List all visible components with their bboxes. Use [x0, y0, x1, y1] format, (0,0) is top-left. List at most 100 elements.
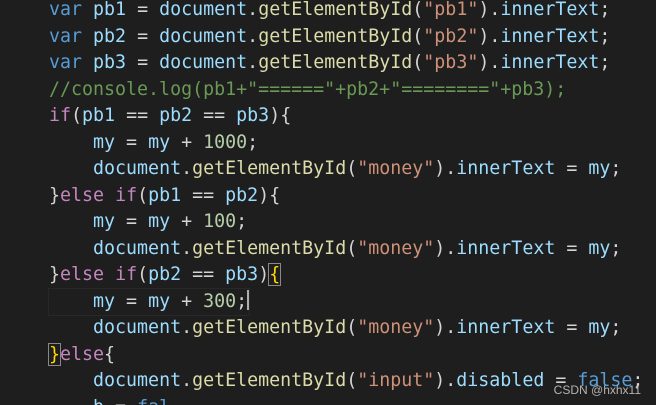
- code-token: getElementById: [192, 158, 347, 179]
- code-token: (: [71, 105, 83, 126]
- code-token: ).: [434, 237, 457, 259]
- code-line[interactable]: }else if(pb2 == pb3){: [49, 262, 282, 288]
- code-token: ).: [434, 317, 457, 338]
- code-token: (: [412, 52, 424, 73]
- code-token: innerText: [500, 52, 600, 73]
- code-token: document: [159, 0, 248, 20]
- code-token: ==: [181, 264, 226, 285]
- code-token: my: [588, 237, 611, 259]
- code-line[interactable]: my = my + 1000;: [49, 130, 258, 156]
- code-token: if: [49, 105, 72, 126]
- code-token: ;: [599, 25, 611, 47]
- code-line[interactable]: }else if(pb1 == pb2){: [49, 183, 280, 209]
- code-token: getElementById: [192, 237, 347, 259]
- code-token: =: [555, 317, 589, 338]
- code-token: if: [115, 264, 138, 285]
- code-token: pb3: [225, 264, 259, 285]
- code-token: getElementById: [258, 25, 413, 47]
- code-line[interactable]: my = my + 300;: [47, 287, 251, 316]
- code-token: pb2: [225, 184, 259, 206]
- code-line[interactable]: //console.log(pb1+"======"+pb2+"========…: [49, 77, 566, 103]
- code-token: {: [104, 343, 116, 365]
- code-token: "pb2": [423, 25, 479, 47]
- code-token: ;: [610, 317, 622, 338]
- code-token: ;: [610, 158, 622, 179]
- code-editor[interactable]: var pb1 = document.getElementById("pb1")…: [0, 0, 656, 405]
- code-token: document: [93, 370, 182, 391]
- code-token: pb2: [148, 264, 182, 285]
- code-token: }: [49, 184, 61, 206]
- code-token: var: [49, 52, 83, 73]
- code-token: getElementById: [258, 0, 413, 20]
- code-token: }: [47, 342, 62, 366]
- code-token: my: [588, 158, 611, 179]
- code-token: ;: [599, 0, 611, 20]
- code-token: my: [148, 290, 171, 312]
- code-token: "input": [357, 370, 435, 391]
- code-token: +: [170, 131, 204, 153]
- code-token: =: [555, 158, 589, 179]
- code-token: ==: [181, 184, 226, 206]
- code-token: (: [412, 0, 424, 20]
- code-line[interactable]: }else{: [47, 342, 116, 368]
- code-token: my: [93, 290, 116, 312]
- code-token: "money": [357, 237, 435, 259]
- code-line[interactable]: document.getElementById("money").innerTe…: [49, 236, 621, 262]
- code-token: pb1: [82, 105, 116, 126]
- code-token: document: [159, 52, 248, 73]
- code-token: innerText: [456, 158, 556, 179]
- code-token: innerText: [500, 0, 600, 20]
- code-token: ).: [478, 25, 501, 47]
- code-token: (: [346, 158, 358, 179]
- code-token: .: [181, 370, 193, 391]
- code-token: .: [181, 237, 193, 259]
- code-token: my: [588, 317, 611, 338]
- code-line[interactable]: var pb3 = document.getElementById("pb3")…: [49, 50, 610, 76]
- code-token: else: [60, 184, 105, 206]
- code-token: =: [115, 131, 149, 153]
- code-token: =: [104, 397, 137, 405]
- code-token: .: [247, 0, 259, 20]
- code-token: =: [115, 290, 149, 312]
- code-line[interactable]: var pb1 = document.getElementById("pb1")…: [49, 0, 610, 23]
- text-cursor: [247, 289, 250, 310]
- code-line[interactable]: var pb2 = document.getElementById("pb2")…: [49, 24, 610, 50]
- code-token: ).: [434, 158, 457, 179]
- code-token: fal: [137, 397, 170, 405]
- code-token: else: [60, 343, 105, 365]
- code-token: ){: [269, 105, 292, 126]
- code-token: ;: [236, 211, 248, 232]
- code-line[interactable]: b = fal: [49, 395, 170, 405]
- code-token: ;: [236, 290, 248, 312]
- code-line[interactable]: if(pb1 == pb2 == pb3){: [49, 103, 291, 129]
- code-line[interactable]: document.getElementById("money").innerTe…: [49, 315, 621, 341]
- code-line[interactable]: document.getElementById("money").innerTe…: [49, 156, 621, 182]
- code-token: "money": [357, 158, 435, 179]
- code-line[interactable]: my = my + 100;: [49, 209, 247, 235]
- code-token: ).: [478, 0, 501, 20]
- code-token: innerText: [456, 237, 556, 259]
- code-token: pb2: [93, 25, 127, 47]
- code-token: my: [93, 131, 116, 153]
- code-token: ==: [115, 105, 160, 126]
- code-token: getElementById: [192, 317, 347, 338]
- code-token: document: [93, 158, 182, 179]
- code-token: .: [181, 317, 193, 338]
- code-token: document: [159, 25, 248, 47]
- code-token: =: [126, 52, 160, 73]
- code-token: ;: [610, 237, 622, 259]
- code-token: =: [555, 237, 589, 259]
- code-token: ).: [434, 370, 457, 391]
- code-token: if: [115, 184, 138, 206]
- code-token: (: [137, 264, 149, 285]
- code-token: "money": [357, 317, 435, 338]
- code-token: +: [170, 211, 204, 232]
- code-token: .: [247, 52, 259, 73]
- code-token: (: [346, 370, 358, 391]
